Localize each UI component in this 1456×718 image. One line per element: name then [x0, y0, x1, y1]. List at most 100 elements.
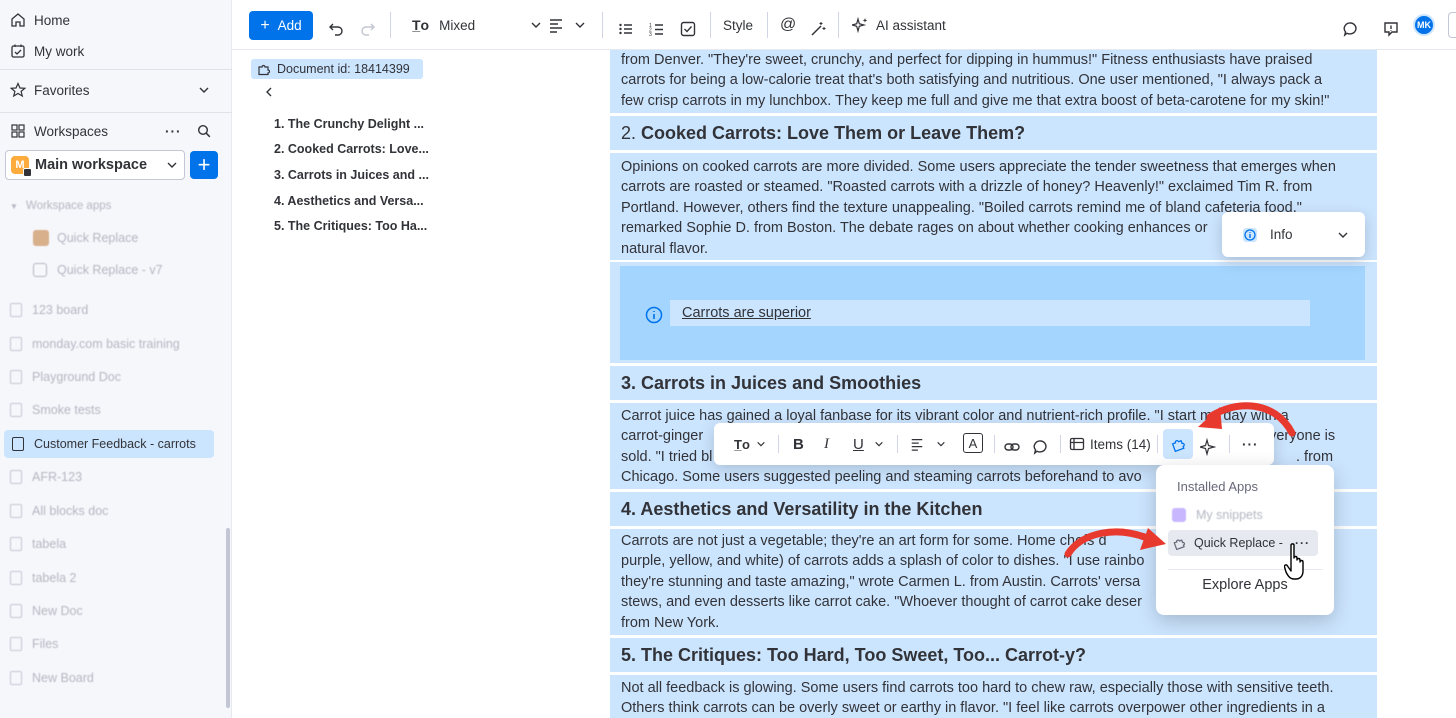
magic-wand-icon[interactable]: [810, 17, 826, 41]
sparkle-icon: [852, 17, 868, 33]
mention-icon[interactable]: @: [780, 13, 796, 37]
sidebar-app-quick-replace-v7[interactable]: Quick Replace - v7: [33, 260, 163, 280]
doc-icon: [10, 537, 22, 551]
align-dropdown[interactable]: [548, 13, 586, 37]
info-icon: [1243, 227, 1257, 242]
workspace-name: Main workspace: [35, 157, 148, 173]
chevron-down-icon: [1338, 232, 1348, 238]
bulleted-list-icon[interactable]: [618, 17, 634, 41]
bold-icon[interactable]: B: [793, 433, 804, 455]
chevron-down-icon[interactable]: [198, 84, 210, 96]
sidebar-item[interactable]: New Doc: [10, 601, 83, 621]
sidebar-item[interactable]: monday.com basic training: [10, 334, 180, 354]
ai-assistant-label: AI assistant: [876, 17, 946, 33]
heading-block[interactable]: 3. Carrots in Juices and Smoothies: [610, 366, 1377, 400]
sidebar-item[interactable]: 123 board: [10, 300, 88, 320]
heading-text: 5. The Critiques: Too Hard, Too Sweet, T…: [621, 645, 1087, 665]
search-icon[interactable]: [197, 124, 211, 138]
sidebar-item[interactable]: AFR-123: [10, 467, 82, 487]
text-type-dropdown[interactable]: T̲ᴏ Mixed: [412, 13, 542, 37]
sidebar-app-label: Quick Replace: [57, 231, 139, 245]
text-color-icon[interactable]: A: [963, 433, 983, 453]
text-type-dropdown[interactable]: T̲ᴏ: [734, 433, 766, 455]
side-panel-toggle[interactable]: [1448, 12, 1456, 38]
italic-icon[interactable]: I: [824, 433, 829, 455]
sidebar-item[interactable]: New Board: [10, 668, 94, 688]
heading-text: Cooked Carrots: Love Them or Leave Them?: [641, 123, 1026, 143]
comment-icon[interactable]: [1033, 436, 1049, 458]
paragraph-block[interactable]: from Denver. "They're sweet, crunchy, an…: [610, 50, 1377, 113]
align-dropdown[interactable]: [910, 433, 946, 455]
items-button-label: Items (14): [1090, 436, 1151, 452]
heading-number: 2.: [621, 123, 637, 143]
underline-dropdown[interactable]: U: [853, 433, 884, 455]
paragraph-line: carrots are roasted or steamed. "Roasted…: [621, 179, 1313, 196]
grid-icon: [11, 124, 25, 138]
more-icon[interactable]: ···: [165, 124, 182, 139]
chevron-left-icon[interactable]: [264, 86, 274, 98]
outline-item[interactable]: 4. Aesthetics and Versa...: [274, 194, 434, 208]
toolbar-divider: [838, 12, 839, 38]
installed-apps-title: Installed Apps: [1177, 479, 1258, 494]
sparkle-icon[interactable]: [1200, 436, 1216, 458]
apps-button[interactable]: [1163, 429, 1193, 459]
sidebar-my-work[interactable]: My work: [10, 40, 84, 62]
outline-item[interactable]: 3. Carrots in Juices and ...: [274, 168, 434, 182]
doc-icon: [10, 604, 22, 618]
undo-icon[interactable]: [328, 17, 344, 41]
link-icon[interactable]: [1004, 436, 1020, 458]
outline-item[interactable]: 5. The Critiques: Too Ha...: [274, 219, 434, 233]
redo-icon[interactable]: [360, 17, 376, 41]
avatar[interactable]: MK: [1413, 14, 1435, 36]
sidebar-item-label: New Doc: [32, 604, 83, 618]
heading-block[interactable]: 5. The Critiques: Too Hard, Too Sweet, T…: [610, 638, 1377, 672]
style-button[interactable]: Style: [723, 13, 753, 37]
feedback-icon[interactable]: [1383, 17, 1399, 41]
outline-item[interactable]: 1. The Crunchy Delight ...: [274, 117, 434, 131]
sidebar-app-quick-replace[interactable]: Quick Replace: [33, 228, 138, 248]
workspace-apps-toggle[interactable]: ▼ Workspace apps: [10, 196, 111, 216]
my-snippets-item[interactable]: My snippets: [1168, 502, 1318, 528]
heading-block[interactable]: 2. Cooked Carrots: Love Them or Leave Th…: [610, 116, 1377, 150]
sidebar-workspaces[interactable]: Workspaces ···: [10, 120, 220, 142]
add-workspace-item-button[interactable]: +: [190, 151, 218, 179]
sidebar-item[interactable]: All blocks doc: [10, 501, 108, 521]
info-block-text[interactable]: Carrots are superior: [670, 300, 1310, 326]
numbered-list-icon[interactable]: 123: [649, 17, 665, 41]
info-block[interactable]: Carrots are superior: [620, 266, 1365, 360]
more-icon[interactable]: ···: [1242, 433, 1259, 455]
workspace-selector[interactable]: M Main workspace: [5, 150, 185, 180]
text-format-icon: T̲ᴏ: [412, 17, 430, 33]
board-icon: [10, 303, 22, 317]
chevron-down-icon: [937, 441, 945, 447]
sidebar-item-active[interactable]: Customer Feedback - carrots: [4, 430, 214, 458]
doc-icon: [10, 403, 22, 417]
chevron-down-icon: [167, 162, 177, 168]
align-left-icon: [911, 438, 923, 451]
sidebar-home[interactable]: Home: [10, 9, 70, 31]
paragraph-block[interactable]: Not all feedback is glowing. Some users …: [610, 675, 1377, 718]
sidebar-item[interactable]: tabela: [10, 534, 66, 554]
sidebar-favorites[interactable]: Favorites: [10, 79, 220, 101]
board-icon: [10, 671, 22, 685]
checklist-icon[interactable]: [680, 17, 696, 41]
paragraph-line: sold. "I tried bl: [621, 448, 713, 465]
doc-icon: [12, 437, 24, 451]
add-button[interactable]: + Add: [249, 11, 313, 40]
sidebar-item[interactable]: Playground Doc: [10, 367, 121, 387]
puzzle-icon: [1171, 439, 1185, 452]
comment-icon[interactable]: [1343, 17, 1359, 41]
outline-item[interactable]: 2. Cooked Carrots: Love...: [274, 142, 434, 156]
sidebar-item[interactable]: Smoke tests: [10, 400, 101, 420]
workspace-apps-label: Workspace apps: [25, 200, 112, 212]
sidebar-item-label: Files: [32, 637, 59, 651]
chevron-down-icon: [757, 441, 765, 447]
sidebar-item[interactable]: tabela 2: [10, 568, 76, 588]
board-icon: [10, 637, 22, 651]
chevron-down-icon: [875, 441, 883, 447]
ai-assistant-button[interactable]: AI assistant: [852, 13, 946, 37]
items-button[interactable]: Items (14): [1069, 433, 1151, 455]
sidebar-item[interactable]: Files: [10, 634, 58, 654]
info-type-dropdown[interactable]: Info: [1222, 212, 1365, 257]
sidebar-scrollbar[interactable]: [226, 528, 230, 708]
